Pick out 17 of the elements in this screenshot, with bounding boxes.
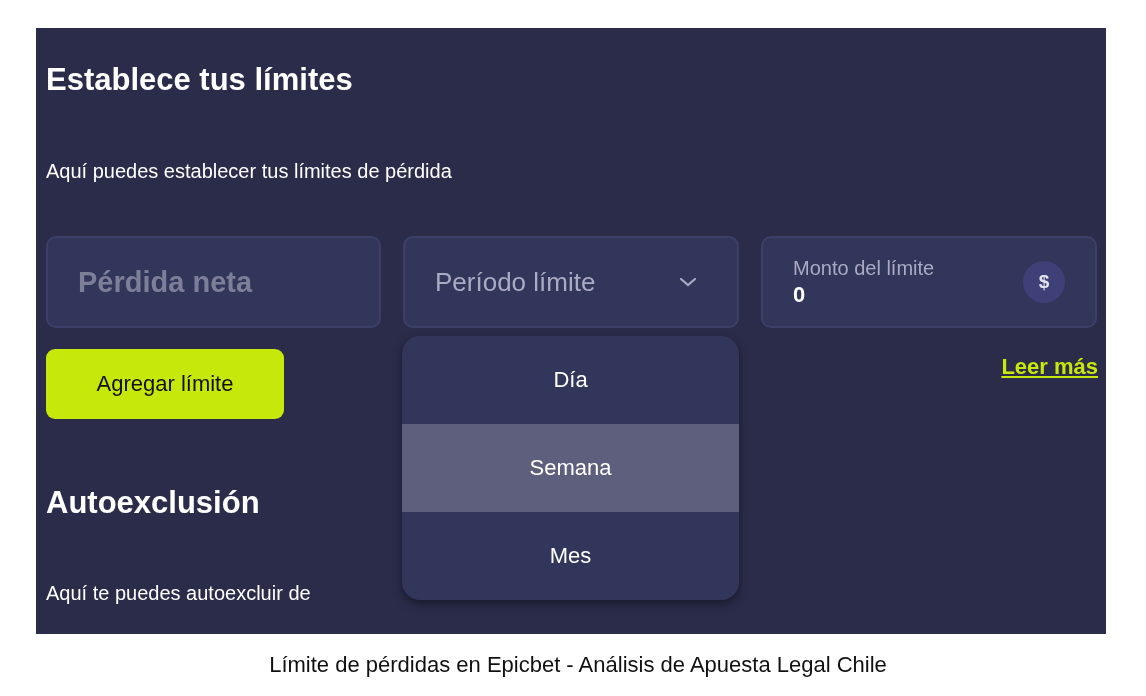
field-label: Monto del límite — [793, 256, 935, 280]
read-more-link[interactable]: Leer más — [1001, 354, 1098, 380]
currency-badge: $ — [1023, 261, 1065, 303]
dropdown-option[interactable]: Semana — [402, 424, 739, 512]
section-description: Aquí puedes establecer tus límites de pérdida — [46, 159, 453, 183]
period-dropdown[interactable]: Período límite — [403, 236, 739, 328]
add-limit-button[interactable]: Agregar límite — [46, 349, 284, 419]
chevron-down-icon — [679, 277, 697, 287]
field-value: 0 — [793, 281, 807, 308]
dropdown-option[interactable]: Día — [402, 336, 739, 424]
image-caption: Límite de pérdidas en Epicbet - Análisis de Apuesta Legal Chile — [268, 652, 888, 678]
section-title: Autoexclusión — [46, 485, 261, 521]
section-description: Aquí te puedes autoexcluir de — [46, 581, 312, 605]
net-loss-field[interactable]: Pérdida neta — [46, 236, 381, 328]
section-title: Establece tus límites — [46, 62, 354, 98]
dropdown-option[interactable]: Mes — [402, 512, 739, 600]
amount-field[interactable]: Monto del límite 0 $ — [761, 236, 1097, 328]
